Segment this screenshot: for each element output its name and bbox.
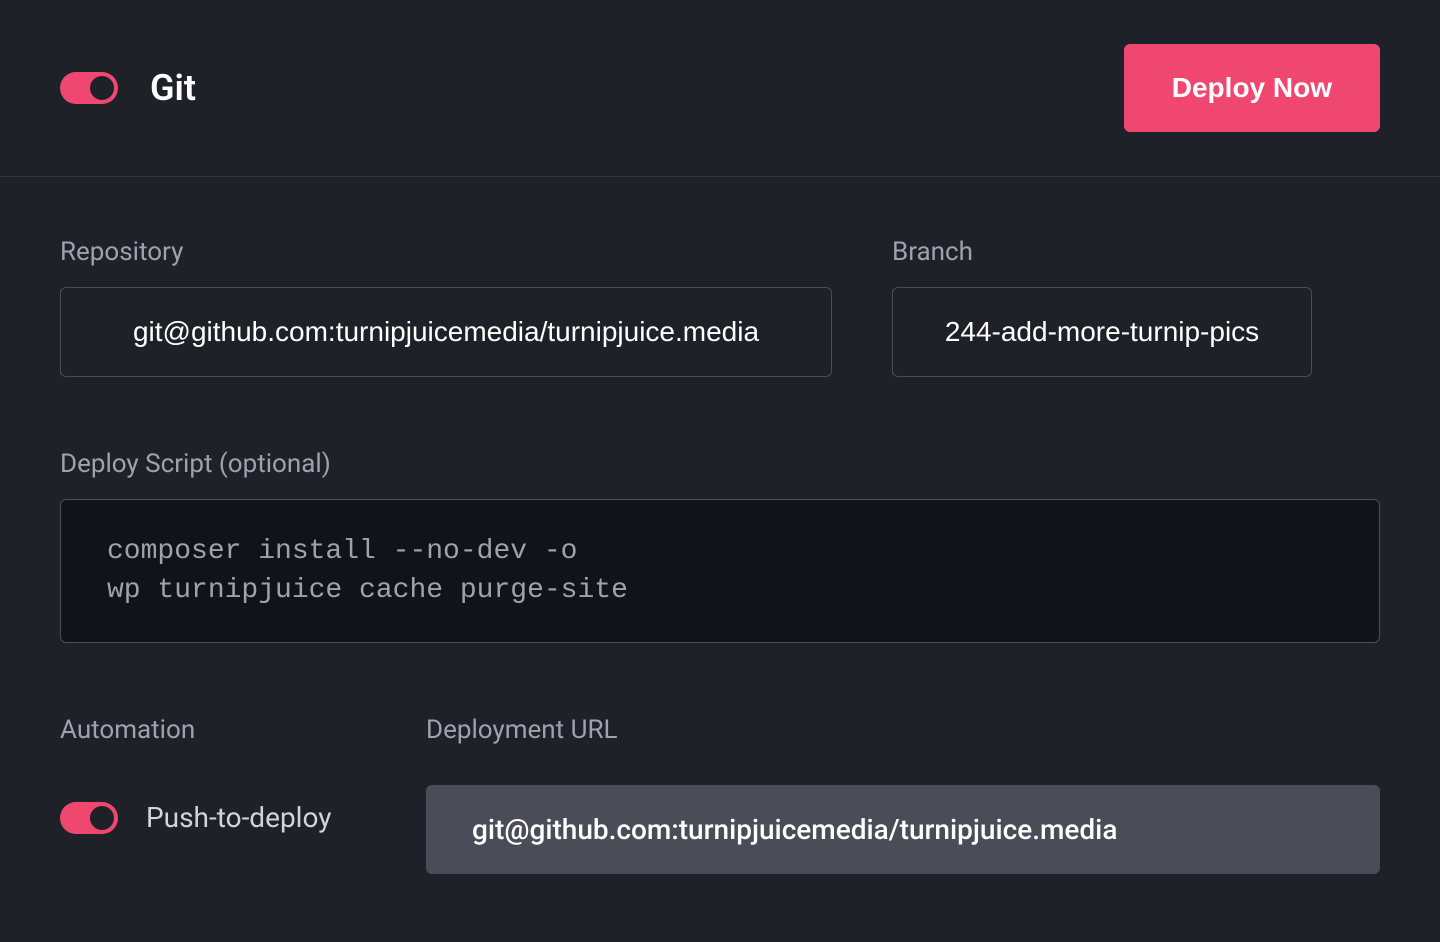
branch-input[interactable]: [892, 287, 1312, 377]
header-left: Git: [60, 67, 196, 109]
repo-branch-row: Repository Branch: [60, 237, 1380, 377]
content-area: Repository Branch Deploy Script (optiona…: [0, 177, 1440, 874]
toggle-knob-icon: [90, 76, 114, 100]
branch-label: Branch: [892, 237, 1312, 267]
page-title: Git: [150, 67, 196, 109]
automation-url-row: Automation Push-to-deploy Deployment URL…: [60, 715, 1380, 874]
toggle-knob-icon: [90, 806, 114, 830]
push-to-deploy-label: Push-to-deploy: [146, 801, 332, 834]
repository-field-group: Repository: [60, 237, 832, 377]
deploy-script-field-group: Deploy Script (optional) composer instal…: [60, 449, 1380, 643]
deploy-script-textarea[interactable]: composer install --no-dev -o wp turnipju…: [60, 499, 1380, 643]
page-header: Git Deploy Now: [0, 0, 1440, 177]
automation-field-group: Automation Push-to-deploy: [60, 715, 366, 874]
deploy-script-label: Deploy Script (optional): [60, 449, 1380, 479]
repository-label: Repository: [60, 237, 832, 267]
deploy-now-button[interactable]: Deploy Now: [1124, 44, 1380, 132]
push-to-deploy-toggle[interactable]: [60, 802, 118, 834]
repository-input[interactable]: [60, 287, 832, 377]
branch-field-group: Branch: [892, 237, 1312, 377]
deployment-url-field-group: Deployment URL git@github.com:turnipjuic…: [426, 715, 1380, 874]
push-to-deploy-control: Push-to-deploy: [60, 801, 366, 834]
deployment-url-display: git@github.com:turnipjuicemedia/turnipju…: [426, 785, 1380, 874]
deployment-url-label: Deployment URL: [426, 715, 1380, 745]
automation-label: Automation: [60, 715, 366, 745]
git-toggle[interactable]: [60, 72, 118, 104]
